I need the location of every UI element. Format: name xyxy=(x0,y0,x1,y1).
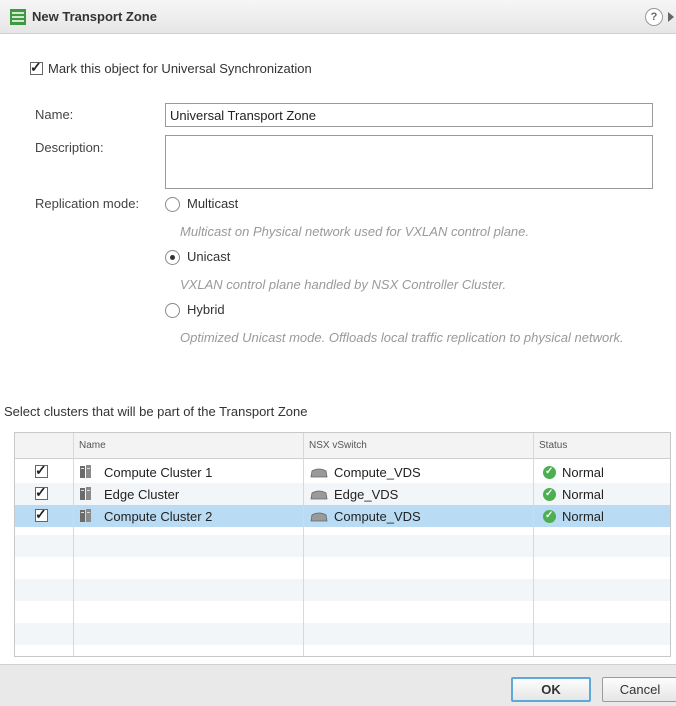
empty-row xyxy=(15,579,670,601)
replication-mode-label: Replication mode: xyxy=(35,196,140,211)
table-row-selected[interactable]: ✓ Compute Cluster 2 Compute_VDS ✓ Normal xyxy=(15,505,670,527)
dialog-titlebar: New Transport Zone ? xyxy=(0,0,676,34)
cluster-name: Compute Cluster 2 xyxy=(104,509,213,524)
column-header-vswitch[interactable]: NSX vSwitch xyxy=(309,440,367,451)
check-circle-icon: ✓ xyxy=(543,488,556,501)
table-row[interactable]: ✓ Compute Cluster 1 Compute_VDS ✓ Normal xyxy=(15,461,670,483)
row-checkbox[interactable]: ✓ xyxy=(35,506,48,522)
check-circle-icon: ✓ xyxy=(543,466,556,479)
column-divider xyxy=(303,433,304,656)
cluster-icon xyxy=(80,487,91,500)
universal-sync-label: Mark this object for Universal Synchroni… xyxy=(48,61,312,76)
cluster-icon xyxy=(80,465,91,478)
empty-row xyxy=(15,557,670,579)
status-text: Normal xyxy=(562,487,604,502)
description-label: Description: xyxy=(35,140,104,155)
dialog-title: New Transport Zone xyxy=(32,9,157,24)
check-circle-icon: ✓ xyxy=(543,510,556,523)
column-header-name[interactable]: Name xyxy=(79,440,106,451)
table-row[interactable]: ✓ Edge Cluster Edge_VDS ✓ Normal xyxy=(15,483,670,505)
vswitch-name: Edge_VDS xyxy=(334,487,399,502)
description-textarea[interactable] xyxy=(165,135,653,189)
radio-unicast[interactable] xyxy=(165,250,180,265)
column-header-status[interactable]: Status xyxy=(539,440,567,451)
cluster-icon xyxy=(80,509,91,522)
radio-multicast[interactable] xyxy=(165,197,180,212)
empty-row xyxy=(15,601,670,623)
empty-row xyxy=(15,623,670,645)
cluster-name: Edge Cluster xyxy=(104,487,180,502)
table-header: Name NSX vSwitch Status xyxy=(15,433,670,459)
universal-sync-checkbox[interactable]: ✓ xyxy=(30,59,43,75)
vswitch-name: Compute_VDS xyxy=(334,509,421,524)
radio-multicast-label: Multicast xyxy=(187,196,239,211)
row-checkbox[interactable]: ✓ xyxy=(35,462,48,478)
clusters-section-label: Select clusters that will be part of the… xyxy=(4,404,308,419)
radio-hybrid-label: Hybrid xyxy=(187,302,225,317)
vswitch-name: Compute_VDS xyxy=(334,465,421,480)
vswitch-icon xyxy=(310,490,328,500)
clusters-table: Name NSX vSwitch Status ✓ Compute Cluste… xyxy=(14,432,671,657)
vswitch-icon xyxy=(310,468,328,478)
hybrid-description: Optimized Unicast mode. Offloads local t… xyxy=(180,330,624,345)
empty-row xyxy=(15,535,670,557)
radio-unicast-label: Unicast xyxy=(187,249,231,264)
status-text: Normal xyxy=(562,509,604,524)
row-checkbox[interactable]: ✓ xyxy=(35,484,48,500)
cancel-button[interactable]: Cancel xyxy=(602,677,676,702)
column-divider xyxy=(533,433,534,656)
ok-button[interactable]: OK xyxy=(511,677,591,702)
column-divider xyxy=(73,433,74,656)
multicast-description: Multicast on Physical network used for V… xyxy=(180,224,530,239)
expand-arrow-icon[interactable] xyxy=(668,12,674,22)
unicast-description: VXLAN control plane handled by NSX Contr… xyxy=(180,277,507,292)
radio-hybrid[interactable] xyxy=(165,303,180,318)
name-label: Name: xyxy=(35,107,74,122)
status-text: Normal xyxy=(562,465,604,480)
transport-zone-icon xyxy=(10,9,26,25)
cluster-name: Compute Cluster 1 xyxy=(104,465,213,480)
vswitch-icon xyxy=(310,512,328,522)
name-input[interactable] xyxy=(165,103,653,127)
help-icon[interactable]: ? xyxy=(645,8,663,26)
